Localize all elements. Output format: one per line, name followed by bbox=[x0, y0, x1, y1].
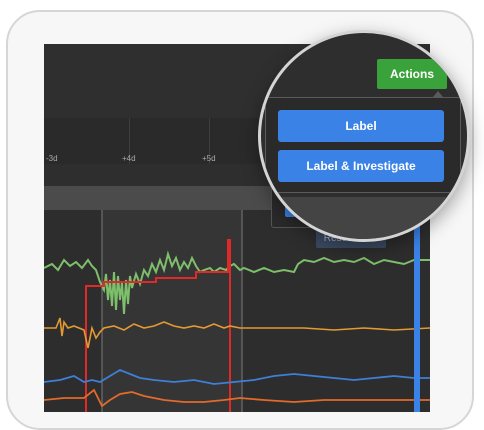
actions-menu: Label Label & Investigate bbox=[265, 97, 461, 193]
magnifier-lens: Actions Label Label & Investigate bbox=[258, 30, 470, 242]
label-button[interactable]: Label bbox=[278, 110, 444, 142]
magnified-scrollbar bbox=[261, 197, 467, 239]
tick-label: -3d bbox=[46, 154, 58, 163]
actions-button[interactable]: Actions bbox=[377, 59, 447, 89]
tick-label: +5d bbox=[202, 154, 216, 163]
tick-label: +4d bbox=[122, 154, 136, 163]
right-accent-bar bbox=[414, 224, 420, 412]
magnified-view: Actions Label Label & Investigate bbox=[261, 33, 467, 239]
label-and-investigate-button[interactable]: Label & Investigate bbox=[278, 150, 444, 182]
